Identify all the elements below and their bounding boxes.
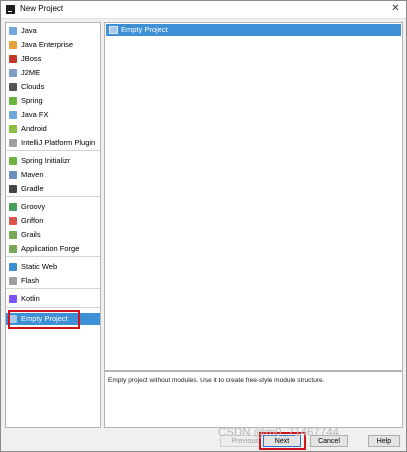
project-type-label: Grails <box>21 230 41 239</box>
project-type-label: Static Web <box>21 262 58 271</box>
flash-icon <box>9 277 17 285</box>
grails-icon <box>9 231 17 239</box>
project-type-static-web[interactable]: Static Web <box>6 261 100 273</box>
maven-icon <box>9 171 17 179</box>
project-type-griffon[interactable]: Griffon <box>6 215 100 227</box>
description-text: Empty project without modules. Use it to… <box>108 377 325 384</box>
griffon-icon <box>9 217 17 225</box>
watermark: CSDN @m0_71467744 <box>218 427 339 439</box>
project-type-j2me[interactable]: J2ME <box>6 67 100 79</box>
project-type-spring-initializr[interactable]: Spring Initializr <box>6 155 100 167</box>
project-type-list: Java Java Enterprise JBoss J2ME Clouds Spring… <box>5 22 101 428</box>
project-type-label: Griffon <box>21 216 44 225</box>
jboss-icon <box>9 55 17 63</box>
new-project-window: New Project ✕ Java Java Enterprise JBoss J2… <box>0 0 407 452</box>
project-type-label: Spring <box>21 96 43 105</box>
list-separator <box>6 288 100 289</box>
project-type-intellij-platform-plugin[interactable]: IntelliJ Platform Plugin <box>6 137 100 149</box>
project-type-label: Java <box>21 26 37 35</box>
spring-initializr-icon <box>9 157 17 165</box>
project-type-java[interactable]: Java <box>6 25 100 37</box>
project-type-label: Maven <box>21 170 44 179</box>
project-type-label: Java FX <box>21 110 49 119</box>
android-icon <box>9 125 17 133</box>
empty-project-highlight-box <box>8 310 80 329</box>
project-type-label: Android <box>21 124 47 133</box>
list-separator <box>6 196 100 197</box>
spring-icon <box>9 97 17 105</box>
project-type-jboss[interactable]: JBoss <box>6 53 100 65</box>
project-type-label: Groovy <box>21 202 46 211</box>
template-list: Empty Project <box>104 22 403 371</box>
project-type-label: J2ME <box>21 68 41 77</box>
project-type-label: Flash <box>21 276 40 285</box>
template-item-label: Empty Project <box>121 25 168 34</box>
list-separator <box>6 256 100 257</box>
project-type-label: Gradle <box>21 184 44 193</box>
groovy-icon <box>9 203 17 211</box>
project-type-spring[interactable]: Spring <box>6 95 100 107</box>
intellij-app-icon <box>6 5 15 14</box>
project-type-label: Java Enterprise <box>21 40 74 49</box>
project-type-label: Clouds <box>21 82 45 91</box>
application-forge-icon <box>9 245 17 253</box>
list-separator <box>6 150 100 151</box>
project-type-label: Application Forge <box>21 244 80 253</box>
project-type-kotlin[interactable]: Kotlin <box>6 293 100 305</box>
static-web-icon <box>9 263 17 271</box>
project-type-flash[interactable]: Flash <box>6 275 100 287</box>
project-type-android[interactable]: Android <box>6 123 100 135</box>
project-type-gradle[interactable]: Gradle <box>6 183 100 195</box>
close-icon[interactable]: ✕ <box>388 2 403 16</box>
window-title: New Project <box>20 4 64 13</box>
kotlin-icon <box>9 295 17 303</box>
clouds-icon <box>9 83 17 91</box>
plugin-icon <box>9 139 17 147</box>
project-type-maven[interactable]: Maven <box>6 169 100 181</box>
help-button[interactable]: Help <box>368 435 400 447</box>
project-type-grails[interactable]: Grails <box>6 229 100 241</box>
template-item-empty-project[interactable]: Empty Project <box>106 24 401 36</box>
project-type-label: Kotlin <box>21 294 40 303</box>
project-type-clouds[interactable]: Clouds <box>6 81 100 93</box>
javafx-folder-icon <box>9 111 17 119</box>
project-type-label: IntelliJ Platform Plugin <box>21 138 96 147</box>
j2me-icon <box>9 69 17 77</box>
gradle-icon <box>9 185 17 193</box>
title-bar: New Project ✕ <box>1 1 406 19</box>
project-type-java-enterprise[interactable]: Java Enterprise <box>6 39 100 51</box>
java-folder-icon <box>9 27 17 35</box>
project-type-groovy[interactable]: Groovy <box>6 201 100 213</box>
project-type-label: Spring Initializr <box>21 156 71 165</box>
description-panel: Empty project without modules. Use it to… <box>104 371 403 428</box>
project-type-label: JBoss <box>21 54 42 63</box>
list-separator <box>6 307 100 308</box>
project-type-application-forge[interactable]: Application Forge <box>6 243 100 255</box>
project-type-java-fx[interactable]: Java FX <box>6 109 100 121</box>
empty-project-folder-icon <box>109 26 118 34</box>
java-ee-icon <box>9 41 17 49</box>
